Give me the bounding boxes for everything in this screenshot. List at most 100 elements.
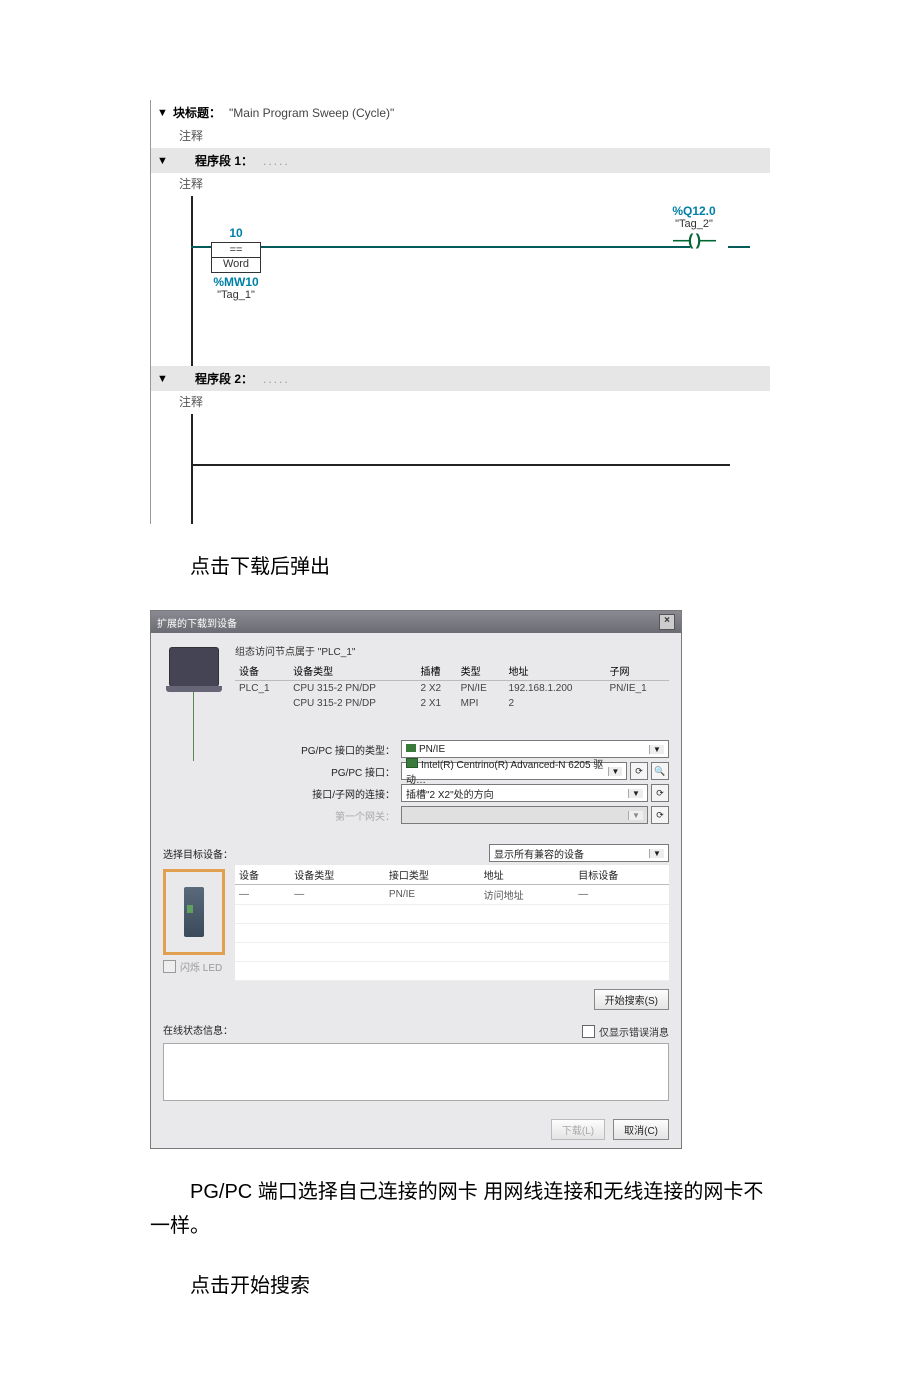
network-2-dots: ..... <box>263 372 290 386</box>
ladder-left-rail <box>191 414 193 524</box>
pgpc-if-row: PG/PC 接口： Intel(R) Centrino(R) Advanced-… <box>235 762 669 780</box>
compare-datatype: Word <box>212 258 260 271</box>
chevron-down-icon[interactable]: ▼ <box>628 789 643 798</box>
block-title-row[interactable]: ▼ 块标题： "Main Program Sweep (Cycle)" <box>151 100 770 125</box>
combo-value: 显示所有兼容的设备 <box>494 846 584 861</box>
config-node-label: 组态访问节点属于 "PLC_1" <box>235 643 669 658</box>
network-1-dots: ..... <box>263 154 290 168</box>
connection-row: 接口/子网的连接： 插槽"2 X2"处的方向 ▼ ⟳ <box>235 784 669 802</box>
status-label: 在线状态信息： <box>163 1022 233 1037</box>
cell: — <box>574 885 669 905</box>
network-2-comment[interactable]: 注释 <box>151 391 770 414</box>
tcol-addr: 地址 <box>480 865 575 885</box>
output-coil[interactable]: %Q12.0 "Tag_2" —( )— <box>664 204 724 250</box>
ladder-left-rail <box>191 196 193 366</box>
tcol-iftype: 接口类型 <box>385 865 480 885</box>
select-target-label: 选择目标设备： <box>163 846 233 861</box>
tcol-devtype: 设备类型 <box>290 865 385 885</box>
download-button: 下载(L) <box>551 1119 605 1140</box>
filter-combo[interactable]: 显示所有兼容的设备 ▼ <box>489 844 669 862</box>
config-node-table: 设备 设备类型 插槽 类型 地址 子网 PLC_1 CPU 315-2 PN/D… <box>235 661 669 726</box>
cell: 访问地址 <box>480 885 575 905</box>
cell <box>235 696 289 711</box>
block-title-label: 块标题： <box>173 104 221 121</box>
dialog-title: 扩展的下载到设备 <box>157 615 237 630</box>
col-addr: 地址 <box>505 661 606 681</box>
paragraph-1: 点击下载后弹出 <box>150 550 770 584</box>
connection-combo[interactable]: 插槽"2 X2"处的方向 ▼ <box>401 784 648 802</box>
coil-tag: "Tag_2" <box>664 218 724 230</box>
tcol-tdev: 目标设备 <box>574 865 669 885</box>
cell <box>605 696 669 711</box>
col-device: 设备 <box>235 661 289 681</box>
nic-icon <box>406 758 418 768</box>
network-2-title: 程序段 2： <box>195 370 253 387</box>
cell: PLC_1 <box>235 681 289 697</box>
compare-tag: "Tag_1" <box>211 289 261 301</box>
search-button[interactable]: 🔍 <box>651 762 669 780</box>
refresh-button[interactable]: ⟳ <box>630 762 648 780</box>
compare-operator: == <box>212 244 260 258</box>
network-icon <box>406 744 416 752</box>
laptop-icon <box>169 647 219 687</box>
chevron-down-icon[interactable]: ▼ <box>649 745 664 754</box>
network-2-ladder[interactable] <box>191 414 770 524</box>
cancel-button[interactable]: 取消(C) <box>613 1119 669 1140</box>
network-1-comment[interactable]: 注释 <box>151 173 770 196</box>
block-title-value: "Main Program Sweep (Cycle)" <box>229 106 394 120</box>
coil-address: %Q12.0 <box>664 204 724 218</box>
table-row[interactable]: CPU 315-2 PN/DP 2 X1 MPI 2 <box>235 696 669 711</box>
dialog-titlebar[interactable]: 扩展的下载到设备 × <box>151 611 681 633</box>
close-icon[interactable]: × <box>659 614 675 630</box>
cell: — <box>235 885 290 905</box>
cell: PN/IE_1 <box>605 681 669 697</box>
target-table[interactable]: 设备 设备类型 接口类型 地址 目标设备 — — PN/IE 访问地址 — <box>235 865 669 981</box>
coil-symbol-icon: —( )— <box>664 232 724 250</box>
table-row[interactable]: PLC_1 CPU 315-2 PN/DP 2 X2 PN/IE 192.168… <box>235 681 669 697</box>
plc-editor: ▼ 块标题： "Main Program Sweep (Cycle)" 注释 ▼… <box>150 100 770 524</box>
connection-label: 接口/子网的连接： <box>235 786 401 801</box>
block-comment[interactable]: 注释 <box>151 125 770 148</box>
pgpc-if-label: PG/PC 接口： <box>235 764 401 779</box>
cell: PN/IE <box>385 885 480 905</box>
col-slot: 插槽 <box>417 661 457 681</box>
combo-value: PN/IE <box>419 744 445 755</box>
gateway-row: 第一个网关： ▼ ⟳ <box>235 806 669 824</box>
pgpc-type-label: PG/PC 接口的类型： <box>235 742 401 757</box>
combo-value: Intel(R) Centrino(R) Advanced-N 6205 驱动… <box>406 760 603 786</box>
network-1-header[interactable]: ▼ 程序段 1： ..... <box>151 148 770 173</box>
cell: MPI <box>457 696 505 711</box>
collapse-arrow-icon[interactable]: ▼ <box>157 107 167 119</box>
col-subnet: 子网 <box>605 661 669 681</box>
compare-instruction[interactable]: 10 == Word %MW10 "Tag_1" <box>211 226 261 301</box>
table-row[interactable]: — — PN/IE 访问地址 — <box>235 885 669 905</box>
network-1-title: 程序段 1： <box>195 152 253 169</box>
network-2-header[interactable]: ▼ 程序段 2： ..... <box>151 366 770 391</box>
ladder-coil-wire <box>728 246 750 248</box>
cell: PN/IE <box>457 681 505 697</box>
network-1-ladder[interactable]: 10 == Word %MW10 "Tag_1" %Q12.0 "Tag_2" … <box>191 196 770 366</box>
status-message-box <box>163 1043 669 1101</box>
collapse-arrow-icon[interactable]: ▼ <box>157 155 167 167</box>
refresh-button[interactable]: ⟳ <box>651 784 669 802</box>
gateway-label: 第一个网关： <box>235 808 401 823</box>
only-error-checkbox[interactable] <box>582 1025 595 1038</box>
ladder-rung <box>191 246 690 248</box>
collapse-arrow-icon[interactable]: ▼ <box>157 373 167 385</box>
chevron-down-icon: ▼ <box>628 811 643 820</box>
pgpc-if-combo[interactable]: Intel(R) Centrino(R) Advanced-N 6205 驱动…… <box>401 762 627 780</box>
chevron-down-icon[interactable]: ▼ <box>608 767 622 776</box>
download-dialog: 扩展的下载到设备 × 组态访问节点属于 "PLC_1" 设备 设备类型 插槽 <box>150 610 682 1149</box>
cell: 2 X1 <box>417 696 457 711</box>
cell: 2 X2 <box>417 681 457 697</box>
chevron-down-icon[interactable]: ▼ <box>649 849 664 858</box>
flash-led-checkbox <box>163 960 176 973</box>
only-error-label: 仅显示错误消息 <box>599 1024 669 1039</box>
cell: CPU 315-2 PN/DP <box>289 696 416 711</box>
refresh-button[interactable]: ⟳ <box>651 806 669 824</box>
col-devtype: 设备类型 <box>289 661 416 681</box>
flash-led-label: 闪烁 LED <box>180 959 222 974</box>
start-search-button[interactable]: 开始搜索(S) <box>594 989 669 1010</box>
compare-constant: 10 <box>211 226 261 240</box>
flash-led-row: 闪烁 LED <box>163 959 225 974</box>
